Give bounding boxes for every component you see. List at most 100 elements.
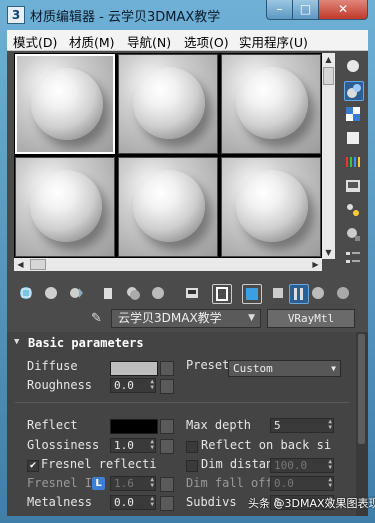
material-map-navigator-icon[interactable] xyxy=(344,249,362,267)
material-name-row: ✎ 云学贝3DMAX教学 ▼ VRayMtl xyxy=(7,308,368,330)
assign-material-to-selection-icon[interactable] xyxy=(67,284,85,302)
max-depth-value: 5 xyxy=(274,419,281,432)
spinner-arrows-icon[interactable]: ▲ ▼ xyxy=(150,439,154,451)
copy-material-icon[interactable] xyxy=(124,284,142,302)
spinner-arrows-icon[interactable]: ▲ ▼ xyxy=(150,477,154,489)
make-preview-icon[interactable] xyxy=(344,177,362,195)
glossiness-label: Glossiness xyxy=(27,438,100,452)
diffuse-color-swatch[interactable] xyxy=(110,361,158,376)
fresnel-ior-spinner[interactable]: 1.6 ▲ ▼ xyxy=(110,476,156,491)
scroll-down-icon[interactable]: ▼ xyxy=(322,246,335,259)
preset-label: Preset xyxy=(186,358,230,372)
spinner-arrows-icon[interactable]: ▲ ▼ xyxy=(328,419,332,431)
sample-sphere xyxy=(236,170,308,242)
go-to-parent-icon[interactable] xyxy=(309,284,327,302)
fresnel-checkbox[interactable]: ✔ xyxy=(27,460,39,472)
reflect-on-back-checkbox[interactable] xyxy=(186,441,198,453)
pick-material-eyedropper-icon[interactable]: ✎ xyxy=(91,311,105,327)
material-type-button[interactable]: VRayMtl xyxy=(267,309,355,328)
scroll-left-icon[interactable]: ◀ xyxy=(14,258,27,271)
material-name-text: 云学贝3DMAX教学 xyxy=(118,311,222,325)
sample-slot-3[interactable] xyxy=(221,54,321,154)
backlight-icon[interactable] xyxy=(344,81,364,101)
menu-navigation[interactable]: 导航(N) xyxy=(127,32,171,51)
sample-slot-1[interactable] xyxy=(15,54,115,154)
reflect-on-back-label: Reflect on back si xyxy=(201,438,332,452)
side-toolbar xyxy=(340,53,366,279)
roughness-label: Roughness xyxy=(27,378,93,392)
reflect-color-swatch[interactable] xyxy=(110,419,158,434)
menu-utilities[interactable]: 实用程序(U) xyxy=(239,32,308,51)
slots-horizontal-scrollbar[interactable]: ◀ ▶ xyxy=(14,258,322,271)
spinner-arrows-icon[interactable]: ▲ ▼ xyxy=(150,379,154,391)
spinner-arrows-icon[interactable]: ▲ ▼ xyxy=(328,477,332,489)
sample-slot-2[interactable] xyxy=(118,54,218,154)
put-material-to-scene-icon[interactable] xyxy=(42,284,60,302)
material-id-channel-icon[interactable] xyxy=(212,284,232,304)
sample-sphere xyxy=(133,170,205,242)
select-by-material-icon[interactable] xyxy=(344,225,362,243)
maximize-button[interactable]: □ xyxy=(292,0,319,20)
scroll-right-icon[interactable]: ▶ xyxy=(309,258,322,271)
menu-material[interactable]: 材质(M) xyxy=(69,32,115,51)
sample-type-sphere-icon[interactable] xyxy=(344,57,362,75)
scroll-up-icon[interactable]: ▲ xyxy=(322,53,335,66)
chevron-down-icon[interactable]: ▼ xyxy=(248,310,255,327)
spinner-arrows-icon[interactable]: ▲ ▼ xyxy=(150,496,154,508)
roughness-map-button[interactable] xyxy=(160,379,174,394)
horizontal-scroll-thumb[interactable] xyxy=(30,259,46,270)
put-to-library-icon[interactable] xyxy=(183,284,201,302)
chevron-down-icon: ▼ xyxy=(331,364,336,373)
glossiness-map-button[interactable] xyxy=(160,439,174,454)
video-color-check-icon[interactable] xyxy=(344,153,362,171)
get-material-icon[interactable] xyxy=(17,284,35,302)
dim-distance-spinner[interactable]: 100.0 ▲ ▼ xyxy=(270,458,334,473)
max-depth-spinner[interactable]: 5 ▲ ▼ xyxy=(270,418,334,433)
fresnel-ior-lock-button[interactable]: L xyxy=(92,477,105,490)
background-checker-icon[interactable] xyxy=(344,105,362,123)
dim-falloff-spinner[interactable]: 0.0 ▲ ▼ xyxy=(270,476,334,491)
metalness-spinner[interactable]: 0.0 ▲ ▼ xyxy=(110,495,156,510)
diffuse-map-button[interactable] xyxy=(160,361,174,376)
reset-map-icon[interactable] xyxy=(99,284,117,302)
glossiness-spinner[interactable]: 1.0 ▲ ▼ xyxy=(110,438,156,453)
basic-parameters-rollout: ▼ Basic parameters Diffuse Preset Custom… xyxy=(7,332,356,516)
show-shaded-material-icon[interactable] xyxy=(242,284,262,304)
roughness-spinner[interactable]: 0.0 ▲ ▼ xyxy=(110,378,156,393)
material-toolbar xyxy=(7,281,368,307)
sample-slot-6[interactable] xyxy=(221,157,321,257)
metalness-value: 0.0 xyxy=(114,496,134,509)
parameters-scrollbar[interactable] xyxy=(356,332,368,516)
material-name-field[interactable]: 云学贝3DMAX教学 ▼ xyxy=(111,309,261,328)
menu-mode[interactable]: 模式(D) xyxy=(13,32,57,51)
go-forward-to-sibling-icon[interactable] xyxy=(334,284,352,302)
reflect-label: Reflect xyxy=(27,418,78,432)
options-icon[interactable] xyxy=(344,201,362,219)
metalness-map-button[interactable] xyxy=(160,496,174,511)
menu-options[interactable]: 选项(O) xyxy=(184,32,229,51)
dim-distance-checkbox[interactable] xyxy=(186,460,198,472)
make-unique-icon[interactable] xyxy=(149,284,167,302)
parameters-scroll-thumb[interactable] xyxy=(358,334,365,444)
minimize-button[interactable]: – xyxy=(266,0,293,20)
sample-uv-tiling-icon[interactable] xyxy=(344,129,362,147)
sample-sphere xyxy=(31,68,103,140)
sample-slot-4[interactable] xyxy=(15,157,115,257)
preset-dropdown[interactable]: Custom ▼ xyxy=(228,360,341,377)
subdivs-label: Subdivs xyxy=(186,495,237,509)
show-map-in-viewport-icon[interactable] xyxy=(289,284,309,304)
close-button[interactable]: ✕ xyxy=(318,0,368,20)
roughness-value: 0.0 xyxy=(114,379,134,392)
menu-bar: 模式(D) 材质(M) 导航(N) 选项(O) 实用程序(U) xyxy=(7,30,368,51)
sample-slot-5[interactable] xyxy=(118,157,218,257)
vertical-scroll-thumb[interactable] xyxy=(323,67,334,85)
diffuse-label: Diffuse xyxy=(27,359,78,373)
dim-falloff-value: 0.0 xyxy=(274,477,294,490)
slots-vertical-scrollbar[interactable]: ▲ ▼ xyxy=(322,53,335,259)
reflect-map-button[interactable] xyxy=(160,419,174,434)
window-title: 材质编辑器 - 云学贝3DMAX教学 xyxy=(30,10,221,25)
fresnel-ior-map-button[interactable] xyxy=(160,477,174,492)
show-end-result-icon[interactable] xyxy=(269,284,287,302)
spinner-arrows-icon[interactable]: ▲ ▼ xyxy=(328,459,332,471)
rollout-header[interactable]: ▼ Basic parameters xyxy=(9,335,352,353)
